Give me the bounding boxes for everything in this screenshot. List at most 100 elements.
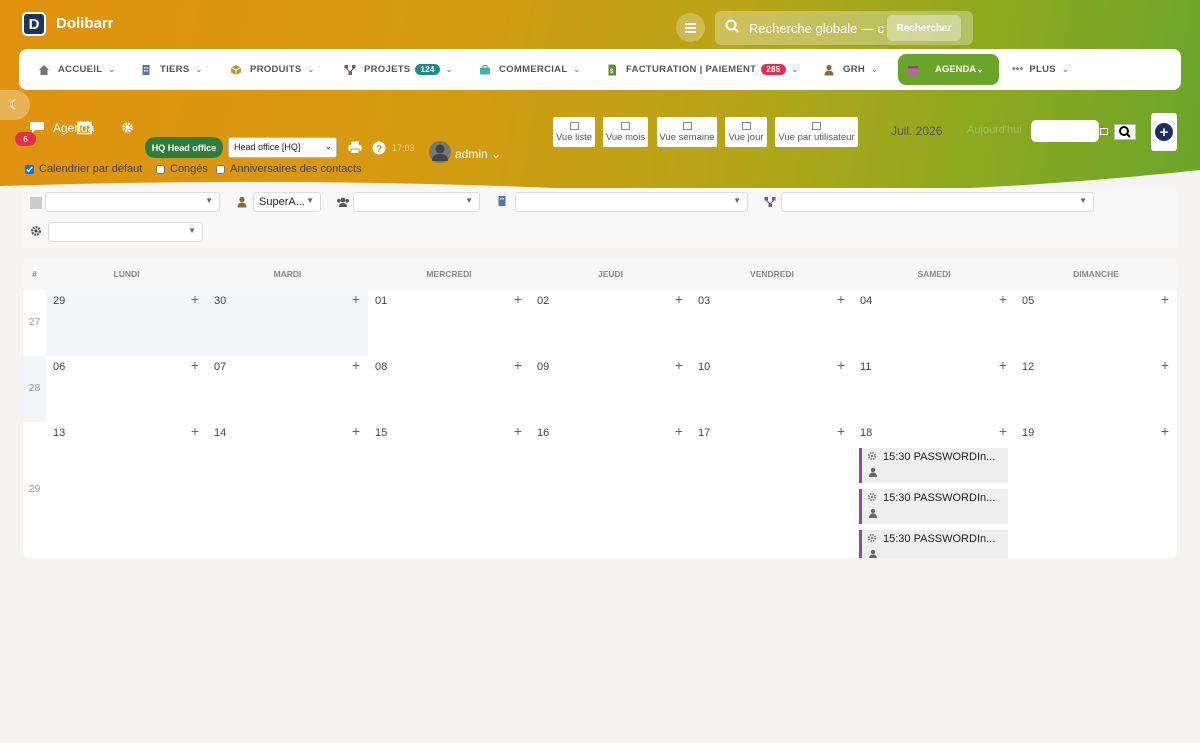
today-button[interactable]: Aujourd'hui	[967, 124, 1022, 136]
calendar-event[interactable]: 15:30 PASSWORDIn...	[859, 489, 1008, 524]
add-event-day-button[interactable]: +	[514, 357, 522, 373]
nav-item-tiers[interactable]: TIERS ⌄	[140, 49, 203, 90]
nav-item-plus[interactable]: ••• PLUS ⌄	[1012, 49, 1069, 90]
nav-item-grh[interactable]: GRH ⌄	[823, 49, 878, 90]
add-event-button[interactable]: +	[1151, 113, 1177, 151]
project-icon	[344, 64, 356, 75]
week-number[interactable]: 27	[23, 316, 46, 328]
add-event-day-button[interactable]: +	[352, 423, 360, 439]
add-event-day-button[interactable]: +	[191, 291, 199, 307]
add-event-day-button[interactable]: +	[675, 357, 683, 373]
day-number[interactable]: 01	[375, 295, 387, 307]
day-number[interactable]: 12	[1022, 361, 1034, 373]
dark-mode-toggle[interactable]: ☾	[0, 90, 30, 120]
view-month-button[interactable]: Vue mois	[603, 117, 648, 147]
holidays-check[interactable]	[156, 164, 165, 174]
default-calendar-checkbox[interactable]: Calendrier par défaut	[25, 163, 142, 175]
default-calendar-check[interactable]	[25, 164, 34, 174]
day-number[interactable]: 04	[860, 295, 872, 307]
avatar[interactable]	[429, 141, 451, 163]
help-icon[interactable]: ?	[372, 140, 388, 156]
calendar-picker-icon[interactable]	[1100, 128, 1108, 135]
dolibarr-logo[interactable]: D	[22, 12, 46, 36]
view-week-button[interactable]: Vue semaine	[657, 117, 717, 147]
add-event-day-button[interactable]: +	[999, 291, 1007, 307]
day-number[interactable]: 18	[860, 427, 872, 439]
add-event-day-button[interactable]: +	[837, 423, 845, 439]
day-number[interactable]: 17	[698, 427, 710, 439]
nav-item-accueil[interactable]: ACCUEIL ⌄	[38, 49, 115, 90]
view-user-button[interactable]: Vue par utilisateur	[775, 117, 858, 147]
user-select[interactable]: SuperA... ▼	[253, 192, 321, 212]
nav-item-commercial[interactable]: COMMERCIAL ⌄	[479, 49, 580, 90]
nav-item-agenda[interactable]: AGENDA ⌄	[898, 54, 999, 85]
search-button[interactable]: Rechercher	[887, 15, 961, 41]
day-number[interactable]: 06	[53, 361, 65, 373]
birthdays-checkbox[interactable]: Anniversaires des contacts	[216, 163, 361, 175]
add-event-day-button[interactable]: +	[1161, 291, 1169, 307]
day-number[interactable]: 05	[1022, 295, 1034, 307]
thirdparty-select[interactable]: ▼	[515, 192, 748, 212]
event-type-select[interactable]: ▼	[45, 192, 220, 212]
add-event-day-button[interactable]: +	[675, 291, 683, 307]
birthdays-check[interactable]	[216, 164, 225, 174]
project-select[interactable]: ▼	[781, 192, 1094, 212]
view-day-button[interactable]: Vue jour	[725, 117, 767, 147]
event-title: 15:30 PASSWORDIn...	[883, 451, 996, 463]
status-select[interactable]: ▼	[48, 222, 203, 242]
add-event-day-button[interactable]: +	[352, 291, 360, 307]
day-number[interactable]: 11	[860, 361, 871, 373]
day-number[interactable]: 15	[375, 427, 387, 439]
day-number[interactable]: 30	[214, 295, 226, 307]
notification-count-badge[interactable]: 6	[15, 132, 36, 146]
view-month-label: Vue mois	[605, 131, 646, 143]
search-date-input[interactable]	[1031, 120, 1099, 142]
hamburger-menu-button[interactable]	[676, 13, 705, 42]
week-number[interactable]: 28	[23, 382, 46, 394]
add-event-day-button[interactable]: +	[837, 291, 845, 307]
calendar-event[interactable]: 15:30 PASSWORDIn...	[859, 530, 1008, 558]
next-month-button[interactable]: ›	[952, 122, 956, 137]
calendar-event[interactable]: 15:30 PASSWORDIn...	[859, 448, 1008, 483]
view-list-button[interactable]: Vue liste	[553, 117, 595, 147]
previous-month-button[interactable]: ‹	[873, 122, 877, 137]
add-event-day-button[interactable]: +	[352, 357, 360, 373]
day-number[interactable]: 13	[53, 427, 65, 439]
add-event-day-button[interactable]: +	[191, 357, 199, 373]
user-name[interactable]: admin ⌄	[455, 147, 501, 161]
add-event-day-button[interactable]: +	[999, 423, 1007, 439]
day-number[interactable]: 08	[375, 361, 387, 373]
app-name[interactable]: Dolibarr	[56, 15, 114, 32]
settings-icon[interactable]	[121, 121, 134, 134]
day-number[interactable]: 14	[214, 427, 226, 439]
add-event-day-button[interactable]: +	[191, 423, 199, 439]
add-event-day-button[interactable]: +	[1161, 357, 1169, 373]
add-event-day-button[interactable]: +	[1161, 423, 1169, 439]
add-event-day-button[interactable]: +	[837, 357, 845, 373]
usergroup-select[interactable]: ▼	[353, 192, 480, 212]
day-number[interactable]: 10	[698, 361, 710, 373]
add-event-day-button[interactable]: +	[999, 357, 1007, 373]
avatar-icon	[432, 144, 448, 161]
day-number[interactable]: 19	[1022, 427, 1034, 439]
nav-item-produits[interactable]: PRODUITS ⌄	[230, 49, 315, 90]
day-number[interactable]: 09	[537, 361, 549, 373]
add-event-day-button[interactable]: +	[675, 423, 683, 439]
holidays-checkbox[interactable]: Congés	[156, 163, 208, 175]
day-number[interactable]: 03	[698, 295, 710, 307]
week-number[interactable]: 29	[23, 483, 46, 495]
day-number[interactable]: 02	[537, 295, 549, 307]
nav-item-projets[interactable]: PROJETS 124 ⌄	[344, 49, 453, 90]
print-icon[interactable]	[348, 141, 362, 154]
day-number[interactable]: 07	[214, 361, 226, 373]
nav-label: COMMERCIAL	[499, 64, 568, 75]
day-number[interactable]: 29	[53, 295, 65, 307]
global-search-input[interactable]	[749, 18, 894, 38]
add-event-day-button[interactable]: +	[514, 291, 522, 307]
entity-select[interactable]: Head office [HQ] ⌄	[228, 137, 337, 158]
nav-item-facturation[interactable]: $ FACTURATION | PAIEMENT 285 ⌄	[606, 49, 799, 90]
day-cell: 16 +	[530, 422, 691, 558]
add-event-day-button[interactable]: +	[514, 423, 522, 439]
day-number[interactable]: 16	[537, 427, 549, 439]
refresh-search-button[interactable]	[1114, 124, 1136, 140]
